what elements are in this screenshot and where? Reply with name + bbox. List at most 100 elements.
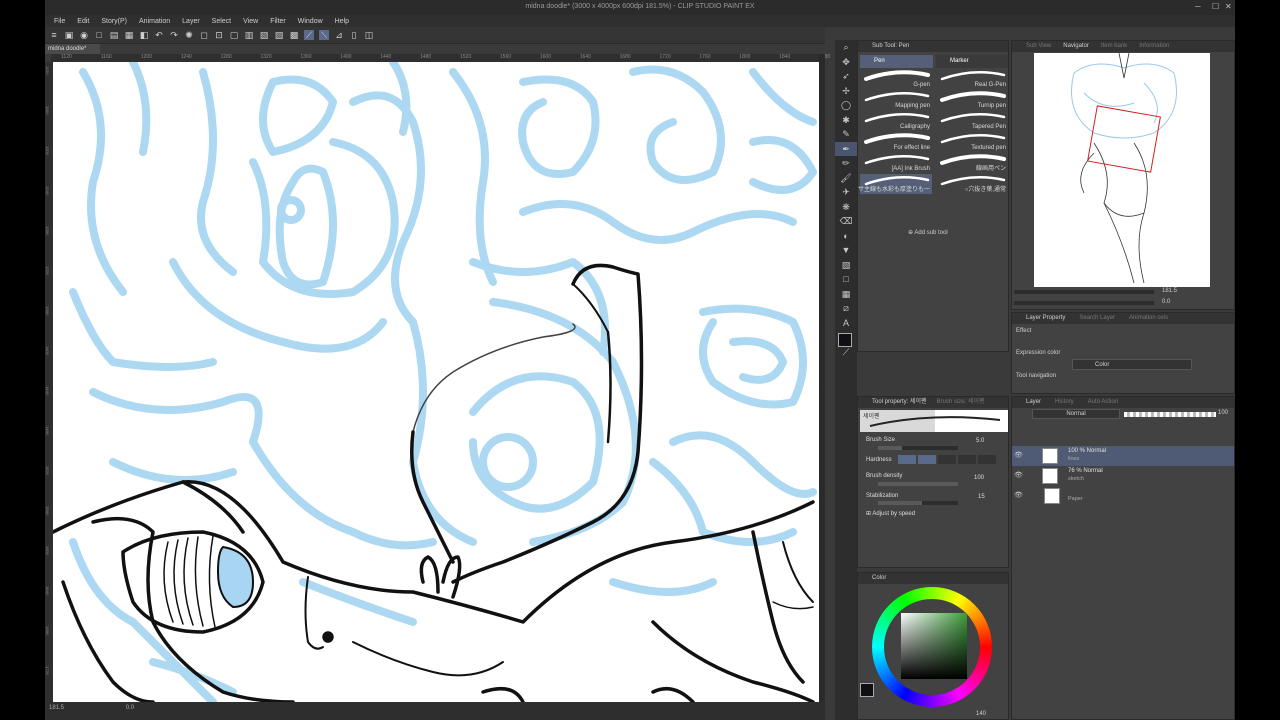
pen-icon[interactable]: ✒ bbox=[835, 141, 857, 156]
hardness-selector[interactable] bbox=[898, 455, 996, 464]
brush-size-value[interactable]: 5.0 bbox=[976, 438, 984, 444]
blend-mode-dropdown[interactable]: Normal bbox=[1032, 409, 1120, 419]
color-tab[interactable]: Color bbox=[858, 573, 1008, 584]
saturation-value-square[interactable] bbox=[901, 613, 967, 679]
new-file-icon[interactable]: ▣ bbox=[64, 30, 74, 40]
snap-special-icon[interactable]: ⟍ bbox=[319, 30, 329, 40]
navigator-rotate-slider[interactable] bbox=[1014, 301, 1154, 305]
figure-icon[interactable]: □ bbox=[835, 272, 857, 287]
brush-item[interactable]: Tapered Pen bbox=[936, 111, 1008, 131]
menu-file[interactable]: File bbox=[54, 18, 65, 25]
layer-row[interactable]: 👁 76 % Normal sketch bbox=[1012, 466, 1234, 486]
opacity-slider[interactable] bbox=[1124, 412, 1216, 417]
navigator-angle[interactable]: 0.0 bbox=[1162, 299, 1170, 305]
zoom-icon[interactable]: ⌕ bbox=[835, 40, 857, 55]
tab-sub-view[interactable]: Sub View bbox=[1026, 41, 1051, 52]
operation-icon[interactable]: ➶ bbox=[835, 69, 857, 84]
tab-auto-action[interactable]: Auto Action bbox=[1088, 397, 1118, 408]
redo-icon[interactable]: ↷ bbox=[169, 30, 179, 40]
loading-icon[interactable]: ✺ bbox=[184, 30, 194, 40]
deselect-icon[interactable]: ▢ bbox=[229, 30, 239, 40]
frame-icon[interactable]: ▦ bbox=[835, 287, 857, 302]
eyedropper-icon[interactable]: ✎ bbox=[835, 127, 857, 142]
adjust-by-speed[interactable]: ⊞ Adjust by speed bbox=[866, 510, 915, 517]
navigator-preview[interactable] bbox=[1034, 52, 1210, 287]
brush-size-slider[interactable] bbox=[878, 446, 958, 450]
brush-item[interactable]: [AA] Ink Brush bbox=[860, 153, 932, 173]
visibility-eye-icon[interactable]: 👁 bbox=[1014, 491, 1023, 499]
zoom-readout[interactable]: 181.5 bbox=[49, 705, 64, 711]
menu-select[interactable]: Select bbox=[212, 18, 231, 25]
crop-icon[interactable]: ▧ bbox=[259, 30, 269, 40]
snap-ruler-icon[interactable]: ⟋ bbox=[304, 30, 314, 40]
tab-item-bank[interactable]: Item bank bbox=[1101, 41, 1127, 52]
brush-icon[interactable]: 🖌 bbox=[835, 171, 857, 186]
menu-help[interactable]: Help bbox=[335, 18, 349, 25]
pencil-icon[interactable]: ✏ bbox=[835, 156, 857, 171]
add-sub-tool-button[interactable]: ⊕ Add sub tool bbox=[908, 229, 948, 236]
stabilization-value[interactable]: 15 bbox=[978, 494, 985, 500]
airbrush-icon[interactable]: ✈ bbox=[835, 185, 857, 200]
brush-item[interactable]: For effect line bbox=[860, 132, 932, 152]
category-marker[interactable]: Marker bbox=[936, 55, 1008, 68]
layer-row[interactable]: 👁 100 % Normal lines bbox=[1012, 446, 1234, 466]
tab-layer[interactable]: Layer bbox=[1026, 397, 1041, 408]
brush-item[interactable]: Calligraphy bbox=[860, 111, 932, 131]
tab-layer-property[interactable]: Layer Property bbox=[1026, 313, 1065, 324]
snap-grid-icon[interactable]: ⊿ bbox=[334, 30, 344, 40]
brush-size-tab[interactable]: Brush size: 세이펜 bbox=[937, 397, 985, 408]
category-pen[interactable]: Pen bbox=[860, 55, 933, 68]
brush-item[interactable]: Turnip pen bbox=[936, 90, 1008, 110]
brush-item[interactable]: G-pen bbox=[860, 69, 932, 89]
hamburger-icon[interactable]: ≡ bbox=[49, 30, 59, 40]
menu-edit[interactable]: Edit bbox=[77, 18, 89, 25]
document-tab[interactable]: midna doodle* bbox=[45, 44, 100, 54]
decoration-icon[interactable]: ❋ bbox=[835, 200, 857, 215]
undo-icon[interactable]: ↶ bbox=[154, 30, 164, 40]
brush-item[interactable]: サ4サ主線も水彩も厚塗りも一 bbox=[858, 174, 932, 194]
minimize-button[interactable]: ─ bbox=[1195, 2, 1201, 11]
brush-item[interactable]: ○穴抜き葉,通常 bbox=[936, 174, 1008, 194]
move-layer-icon[interactable]: ✢ bbox=[835, 84, 857, 99]
reference-icon[interactable]: ◫ bbox=[364, 30, 374, 40]
save-icon[interactable]: ▦ bbox=[124, 30, 134, 40]
tab-search-layer[interactable]: Search Layer bbox=[1079, 313, 1115, 324]
new-icon[interactable]: □ bbox=[94, 30, 104, 40]
layer-row[interactable]: 👁 Paper bbox=[1012, 486, 1234, 506]
brush-item[interactable]: Real G-Pen bbox=[936, 69, 1008, 89]
navigator-zoom[interactable]: 181.5 bbox=[1162, 288, 1177, 294]
main-color-swatch[interactable] bbox=[838, 333, 852, 347]
gradient-icon[interactable]: ▧ bbox=[835, 258, 857, 273]
clear-icon[interactable]: ◻ bbox=[199, 30, 209, 40]
maximize-button[interactable]: ☐ bbox=[1212, 2, 1219, 11]
expression-color-dropdown[interactable]: Color bbox=[1072, 359, 1192, 370]
magic-wand-icon[interactable]: ✱ bbox=[835, 113, 857, 128]
text-icon[interactable]: A bbox=[835, 316, 857, 331]
expand-icon[interactable]: ▨ bbox=[274, 30, 284, 40]
tab-navigator[interactable]: Navigator bbox=[1063, 41, 1089, 52]
move-icon[interactable]: ✥ bbox=[835, 55, 857, 70]
open-icon[interactable]: ▤ bbox=[109, 30, 119, 40]
fill-icon[interactable]: ▼ bbox=[835, 243, 857, 258]
color-main-chip[interactable] bbox=[860, 683, 874, 697]
transform-icon[interactable]: ⊡ bbox=[214, 30, 224, 40]
angle-readout[interactable]: 0.0 bbox=[126, 705, 134, 711]
ruler-icon[interactable]: ⧄ bbox=[835, 301, 857, 316]
vertical-scrollbar[interactable] bbox=[819, 54, 825, 702]
brush-item[interactable]: Mapping pen bbox=[860, 90, 932, 110]
navigator-zoom-slider[interactable] bbox=[1014, 290, 1154, 294]
lasso-icon[interactable]: ◯ bbox=[835, 98, 857, 113]
tab-animation-cels[interactable]: Animation cels bbox=[1129, 313, 1168, 324]
visibility-eye-icon[interactable]: 👁 bbox=[1014, 451, 1023, 459]
brush-density-value[interactable]: 100 bbox=[974, 475, 984, 481]
menu-story[interactable]: Story(P) bbox=[101, 18, 127, 25]
tab-history[interactable]: History bbox=[1055, 397, 1074, 408]
blend-icon[interactable]: ◐ bbox=[835, 229, 857, 244]
menu-window[interactable]: Window bbox=[298, 18, 323, 25]
color-mix-icon[interactable]: ▯ bbox=[349, 30, 359, 40]
tab-information[interactable]: Information bbox=[1139, 41, 1169, 52]
invert-icon[interactable]: ▥ bbox=[244, 30, 254, 40]
visibility-eye-icon[interactable]: 👁 bbox=[1014, 471, 1023, 479]
tool-property-tab[interactable]: Tool property: 세이펜 bbox=[872, 397, 927, 408]
eraser-icon[interactable]: ⌫ bbox=[835, 214, 857, 229]
